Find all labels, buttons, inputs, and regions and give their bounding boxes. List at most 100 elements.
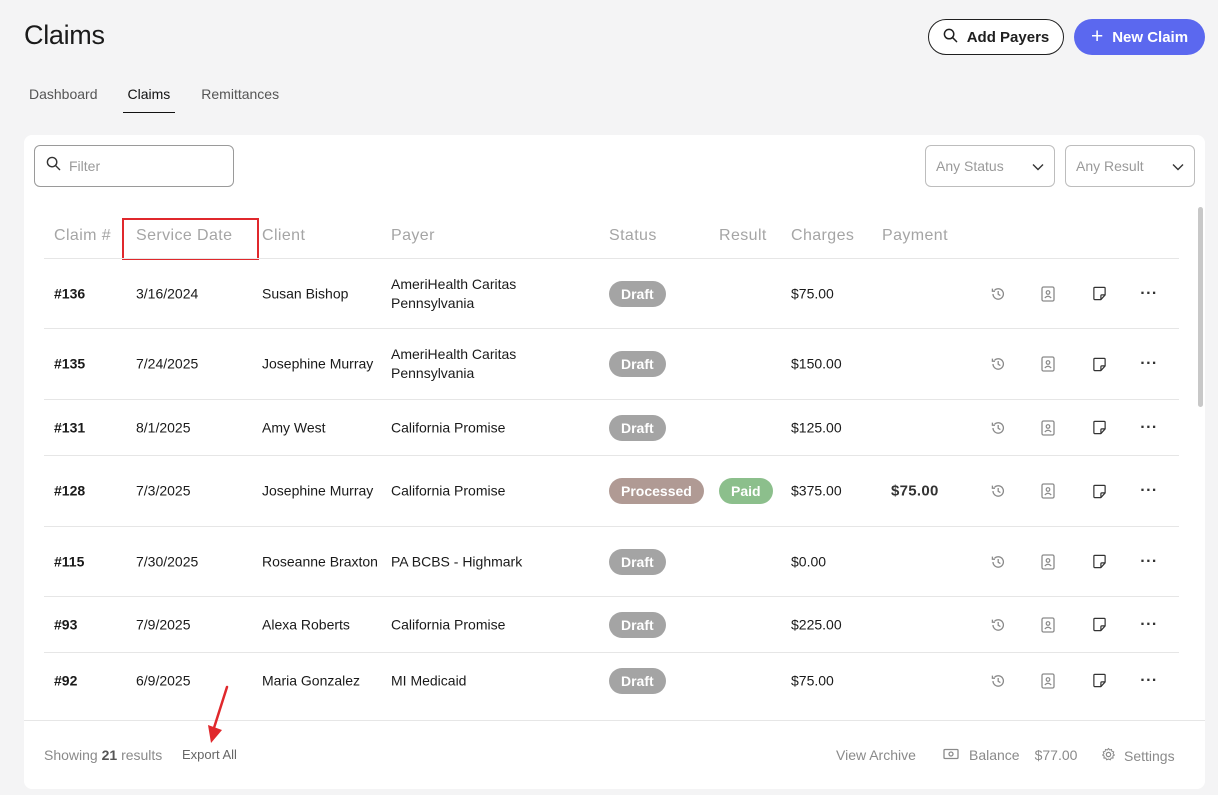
status-select-value: Any Status [936,158,1004,174]
service-date: 7/9/2025 [136,616,191,632]
service-date: 8/1/2025 [136,419,191,435]
more-icon[interactable]: ··· [1140,553,1158,571]
payer-name: AmeriHealth Caritas Pennsylvania [391,346,517,381]
claim-number: #92 [54,672,78,688]
contact-card-icon[interactable] [1039,482,1057,500]
showing-count: 21 [101,747,118,763]
add-payers-button[interactable]: Add Payers [928,19,1064,55]
results-count: Showing 21 results [44,747,162,763]
column-header-payer[interactable]: Payer [391,227,435,245]
payer-name: California Promise [391,482,506,499]
balance-amount: $77.00 [1034,747,1078,763]
client-name: Josephine Murray [262,355,374,372]
add-payers-label: Add Payers [966,28,1050,46]
table-row[interactable]: #115 7/30/2025 Roseanne Braxton PA BCBS - H… [44,526,1179,596]
annotation-highlight-box [122,218,259,260]
balance-link[interactable]: Balance $77.00 [943,747,1077,763]
claim-number: #93 [54,616,78,632]
chevron-down-icon [1032,158,1044,174]
contact-card-icon[interactable] [1039,419,1057,437]
claim-number: #135 [54,355,86,372]
status-cell: Draft [609,548,666,575]
contact-card-icon[interactable] [1039,553,1057,571]
scrollbar[interactable] [1198,207,1203,407]
history-icon[interactable] [989,553,1007,571]
history-icon[interactable] [989,616,1007,634]
settings-link[interactable]: Settings [1101,747,1175,765]
client-name: Roseanne Braxton [262,553,378,569]
annotation-arrow [208,685,229,743]
contact-card-icon[interactable] [1039,672,1057,690]
contact-card-icon[interactable] [1039,285,1057,303]
more-icon[interactable]: ··· [1140,616,1158,634]
showing-suffix: results [121,747,163,763]
client-name: Josephine Murray [262,482,374,499]
result-select[interactable]: Any Result [1065,145,1195,187]
column-header-result[interactable]: Result [719,227,767,245]
client-name: Amy West [262,419,326,435]
status-badge: Draft [609,667,666,694]
client-name: Susan Bishop [262,285,349,301]
filter-input[interactable] [69,158,219,174]
payer-name: California Promise [391,616,506,632]
history-icon[interactable] [989,355,1007,373]
table-row[interactable]: #136 3/16/2024 Susan Bishop AmeriHealth Car… [44,258,1179,328]
balance-label: Balance [969,747,1020,763]
status-badge: Draft [609,611,666,638]
history-icon[interactable] [989,285,1007,303]
tab-remittances[interactable]: Remittances [201,86,279,113]
tab-dashboard[interactable]: Dashboard [29,86,98,113]
more-icon[interactable]: ··· [1140,672,1158,690]
table-row[interactable]: #128 7/3/2025 Josephine Murray California P… [44,455,1179,526]
more-icon[interactable]: ··· [1140,419,1158,437]
plus-icon: + [1090,24,1104,48]
column-header-client[interactable]: Client [262,227,305,245]
new-claim-button[interactable]: + New Claim [1074,19,1205,55]
page-title: Claims [24,20,105,50]
history-icon[interactable] [989,672,1007,690]
payer-name: California Promise [391,419,506,435]
service-date: 7/24/2025 [136,355,199,372]
client-name: Alexa Roberts [262,616,350,632]
result-select-value: Any Result [1076,158,1144,174]
more-icon[interactable]: ··· [1140,285,1158,303]
status-cell: Draft [609,414,666,441]
filter-field[interactable] [34,145,234,187]
service-date: 3/16/2024 [136,285,199,301]
service-date: 7/3/2025 [136,482,191,499]
contact-card-icon[interactable] [1039,616,1057,634]
column-header-charges[interactable]: Charges [791,227,854,245]
payment-amount: $75.00 [891,482,939,500]
table-row[interactable]: #131 8/1/2025 Amy West California Promise Dr… [44,399,1179,455]
status-cell: Draft [609,611,666,638]
note-icon[interactable] [1090,672,1108,690]
charges-amount: $225.00 [791,616,842,632]
service-date: 7/30/2025 [136,553,199,569]
table-row[interactable]: #135 7/24/2025 Josephine Murray AmeriHealth… [44,328,1179,399]
tab-claims[interactable]: Claims [122,86,176,113]
status-badge: Draft [609,351,666,377]
note-icon[interactable] [1090,355,1108,373]
column-header-status[interactable]: Status [609,227,657,245]
more-icon[interactable]: ··· [1140,482,1158,500]
status-cell: Processed [609,478,704,504]
note-icon[interactable] [1090,482,1108,500]
payer-name: PA BCBS - Highmark [391,553,523,569]
chevron-down-icon [1172,158,1184,174]
export-all-link[interactable]: Export All [182,747,237,762]
history-icon[interactable] [989,419,1007,437]
search-icon [943,28,958,47]
status-select[interactable]: Any Status [925,145,1055,187]
note-icon[interactable] [1090,553,1108,571]
note-icon[interactable] [1090,419,1108,437]
note-icon[interactable] [1090,616,1108,634]
history-icon[interactable] [989,482,1007,500]
claim-number: #128 [54,482,86,499]
view-archive-link[interactable]: View Archive [836,747,916,763]
note-icon[interactable] [1090,285,1108,303]
column-header-payment[interactable]: Payment [882,227,948,245]
more-icon[interactable]: ··· [1140,355,1158,373]
contact-card-icon[interactable] [1039,355,1057,373]
table-row[interactable]: #93 7/9/2025 Alexa Roberts California Promi… [44,596,1179,652]
column-header-claim-number[interactable]: Claim # [54,227,111,245]
